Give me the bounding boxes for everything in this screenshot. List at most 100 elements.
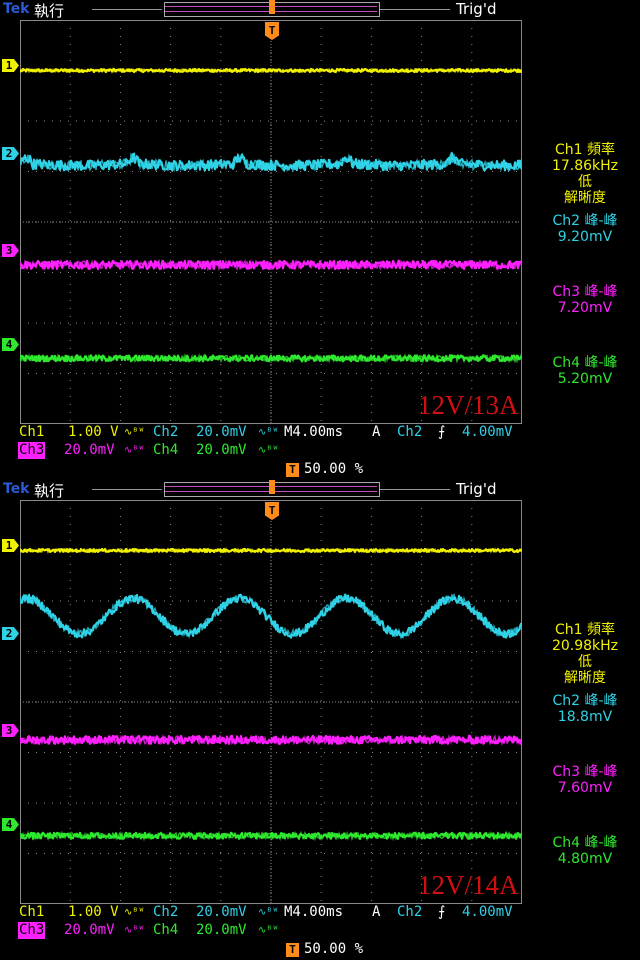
trigger-level[interactable]: 4.00mV — [462, 904, 513, 921]
ch4-readout-tag[interactable]: Ch4 — [152, 922, 179, 939]
ch3-scale[interactable]: 20.0mV — [64, 922, 115, 939]
ch1-marker: 1 — [2, 539, 19, 552]
waveform-plot — [20, 500, 522, 904]
readout-row-3: T 50.00 % — [0, 941, 640, 959]
trigger-state: Trig'd — [456, 480, 497, 498]
measurement-label: Ch2 峰-峰 — [552, 213, 618, 229]
timebase[interactable]: M4.00ms — [284, 904, 343, 921]
ch2-readout-tag[interactable]: Ch2 — [152, 904, 179, 921]
ch2-marker: 2 — [2, 627, 19, 640]
run-state: 執行 — [34, 2, 65, 20]
ch2-scale[interactable]: 20.0mV — [196, 904, 247, 921]
trigger-level[interactable]: 4.00mV — [462, 424, 513, 441]
measurement-label: Ch2 峰-峰 — [552, 693, 618, 709]
trigger-icon: T — [286, 463, 299, 477]
measurement-label: Ch1 頻率 — [554, 622, 615, 638]
ch2-scale[interactable]: 20.0mV — [196, 424, 247, 441]
measurement-ch1-frequency: Ch1 頻率 17.86kHz 低 解晰度 — [530, 142, 640, 206]
record-line-right — [380, 489, 450, 490]
measurement-ch2-pkpk: Ch2 峰-峰 9.20mV — [530, 213, 640, 245]
ch2-readout-tag[interactable]: Ch2 — [152, 424, 179, 441]
trigger-mode: A — [372, 904, 381, 920]
brand-logo: Tek — [3, 1, 30, 17]
measurement-value: 20.98kHz — [551, 638, 619, 654]
timebase[interactable]: M4.00ms — [284, 424, 343, 441]
scope-screen-2: Tek 執行 Trig'd T 1 2 3 4 12V/14A Ch1 頻率 2… — [0, 480, 640, 960]
ch3-marker: 3 — [2, 244, 19, 257]
bandwidth-icon: ∿ᴮᵂ — [124, 445, 145, 456]
ch4-readout-tag[interactable]: Ch4 — [152, 442, 179, 459]
measurement-value: 9.20mV — [557, 229, 613, 245]
measurement-note: 低 — [578, 174, 592, 190]
ch4-scale[interactable]: 20.0mV — [196, 442, 247, 459]
bandwidth-icon: ∿ᴮᵂ — [258, 925, 279, 936]
measurement-label: Ch1 頻率 — [554, 142, 615, 158]
status-bar: Tek 執行 Trig'd — [0, 0, 640, 20]
trigger-source[interactable]: Ch2 — [397, 424, 422, 441]
bandwidth-icon: ∿ᴮᵂ — [124, 907, 145, 918]
measurement-ch1-frequency: Ch1 頻率 20.98kHz 低 解晰度 — [530, 622, 640, 686]
ch1-scale[interactable]: 1.00 V — [68, 424, 119, 441]
measurement-value: 7.20mV — [557, 300, 613, 316]
measurement-note: 解晰度 — [564, 190, 606, 206]
ch4-scale[interactable]: 20.0mV — [196, 922, 247, 939]
readout-row-1: Ch1 1.00 V ∿ᴮᵂ Ch2 20.0mV ∿ᴮᵂ M4.00ms A … — [0, 904, 640, 922]
scope-screen-1: Tek 執行 Trig'd T 1 2 3 4 12V/13A Ch1 頻率 1… — [0, 0, 640, 480]
ch3-readout-tag[interactable]: Ch3 — [18, 922, 46, 939]
measurement-ch3-pkpk: Ch3 峰-峰 7.60mV — [530, 764, 640, 796]
bandwidth-icon: ∿ᴮᵂ — [258, 445, 279, 456]
status-bar: Tek 執行 Trig'd — [0, 480, 640, 500]
trigger-slope-icon: ⨍ — [438, 424, 446, 440]
readout-row-1: Ch1 1.00 V ∿ᴮᵂ Ch2 20.0mV ∿ᴮᵂ M4.00ms A … — [0, 424, 640, 442]
measurement-value: 18.8mV — [557, 709, 613, 725]
trigger-position-marker-icon — [269, 480, 275, 494]
record-line-left — [92, 9, 162, 10]
measurement-value: 17.86kHz — [551, 158, 619, 174]
bandwidth-icon: ∿ᴮᵂ — [124, 925, 145, 936]
trigger-position[interactable]: 50.00 % — [304, 941, 363, 958]
ch3-marker: 3 — [2, 724, 19, 737]
ch1-readout-tag[interactable]: Ch1 — [18, 904, 45, 921]
trigger-source[interactable]: Ch2 — [397, 904, 422, 921]
readout-row-2: Ch3 20.0mV ∿ᴮᵂ Ch4 20.0mV ∿ᴮᵂ — [0, 922, 640, 940]
trigger-position-marker-icon — [269, 0, 275, 14]
test-condition-label: 12V/14A — [418, 870, 519, 900]
measurement-label: Ch4 峰-峰 — [552, 835, 618, 851]
trigger-icon: T — [286, 943, 299, 957]
record-line-right — [380, 9, 450, 10]
trigger-state: Trig'd — [456, 0, 497, 18]
brand-logo: Tek — [3, 481, 30, 497]
bandwidth-icon: ∿ᴮᵂ — [258, 427, 279, 438]
measurement-label: Ch3 峰-峰 — [552, 284, 618, 300]
record-line-left — [92, 489, 162, 490]
measurement-value: 4.80mV — [557, 851, 613, 867]
ch3-readout-tag[interactable]: Ch3 — [18, 442, 46, 459]
trigger-mode: A — [372, 424, 381, 440]
trigger-position[interactable]: 50.00 % — [304, 461, 363, 478]
measurement-note: 低 — [578, 654, 592, 670]
ch3-scale[interactable]: 20.0mV — [64, 442, 115, 459]
measurement-label: Ch3 峰-峰 — [552, 764, 618, 780]
measurement-value: 5.20mV — [557, 371, 613, 387]
measurement-ch4-pkpk: Ch4 峰-峰 5.20mV — [530, 355, 640, 387]
ch2-marker: 2 — [2, 147, 19, 160]
measurement-ch3-pkpk: Ch3 峰-峰 7.20mV — [530, 284, 640, 316]
measurement-value: 7.60mV — [557, 780, 613, 796]
run-state: 執行 — [34, 482, 65, 500]
measurement-note: 解晰度 — [564, 670, 606, 686]
bandwidth-icon: ∿ᴮᵂ — [124, 427, 145, 438]
measurement-label: Ch4 峰-峰 — [552, 355, 618, 371]
waveform-plot — [20, 20, 522, 424]
ch1-marker: 1 — [2, 59, 19, 72]
ch1-readout-tag[interactable]: Ch1 — [18, 424, 45, 441]
readout-row-2: Ch3 20.0mV ∿ᴮᵂ Ch4 20.0mV ∿ᴮᵂ — [0, 442, 640, 460]
bandwidth-icon: ∿ᴮᵂ — [258, 907, 279, 918]
measurement-ch4-pkpk: Ch4 峰-峰 4.80mV — [530, 835, 640, 867]
ch4-marker: 4 — [2, 338, 19, 351]
readout-row-3: T 50.00 % — [0, 461, 640, 479]
test-condition-label: 12V/13A — [418, 390, 519, 420]
ch4-marker: 4 — [2, 818, 19, 831]
measurement-ch2-pkpk: Ch2 峰-峰 18.8mV — [530, 693, 640, 725]
trigger-slope-icon: ⨍ — [438, 904, 446, 920]
ch1-scale[interactable]: 1.00 V — [68, 904, 119, 921]
